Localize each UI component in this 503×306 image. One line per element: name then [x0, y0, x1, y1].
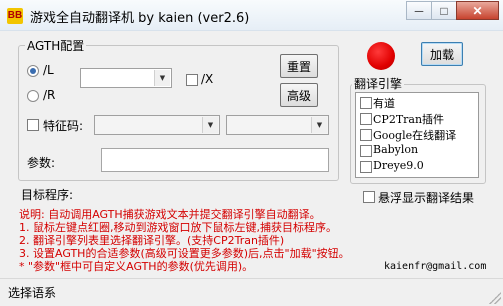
engine-group-label: 翻译引擎 [352, 75, 405, 92]
instruction-line: * "参数"框中可自定义AGTH的参数(优先调用)。 [19, 260, 254, 273]
radio-r-label: /R [43, 88, 56, 102]
check-x[interactable] [186, 74, 198, 86]
close-button[interactable]: ✕ [456, 1, 499, 20]
target-program-label: 目标程序: [21, 188, 74, 202]
feature-code-checkbox[interactable] [27, 119, 39, 131]
advanced-button[interactable]: 高级 [280, 83, 318, 107]
title-bar[interactable]: BB 游戏全自动翻译机 by kaien (ver2.6) ─ □ ✕ [0, 0, 503, 31]
feature-code-subselect[interactable]: ▼ [226, 115, 329, 135]
reset-button[interactable]: 重置 [280, 54, 318, 78]
maximize-button[interactable]: □ [431, 1, 457, 20]
engine-item-checkbox[interactable] [360, 161, 372, 173]
resize-grip-icon[interactable] [489, 292, 501, 304]
instruction-line: 说明: 自动调用AGTH捕获游戏文本并提交翻译引擎自动翻译。 [19, 208, 321, 221]
load-button[interactable]: 加载 [421, 42, 463, 66]
radio-l[interactable] [27, 65, 39, 77]
app-window: BB 游戏全自动翻译机 by kaien (ver2.6) ─ □ ✕ AGTH… [0, 0, 503, 306]
engine-item-label: Dreye9.0 [373, 159, 424, 172]
engine-item-checkbox[interactable] [360, 145, 372, 157]
status-text: 选择语系 [8, 286, 57, 300]
floating-display-checkbox[interactable] [363, 191, 375, 203]
window-title: 游戏全自动翻译机 by kaien (ver2.6) [30, 11, 250, 26]
feature-code-select[interactable]: ▼ [94, 115, 220, 135]
author-email: kaienfr@gmail.com [384, 261, 487, 272]
floating-display-label: 悬浮显示翻译结果 [378, 191, 475, 205]
capture-target-red-circle[interactable] [367, 42, 395, 70]
engine-item-checkbox[interactable] [360, 97, 372, 109]
params-label: 参数: [27, 156, 56, 170]
engine-item-checkbox[interactable] [360, 129, 372, 141]
engine-item-label: Google在线翻译 [373, 129, 457, 142]
chevron-down-icon: ▼ [311, 117, 327, 133]
engine-item-label: CP2Tran插件 [373, 113, 445, 126]
instruction-line: 2. 翻译引擎列表里选择翻译引擎。(支持CP2Tran插件) [19, 234, 285, 247]
engine-list[interactable]: 有道 CP2Tran插件 Google在线翻译 Babylon Dreye9.0 [355, 92, 479, 178]
agth-group-label: AGTH配置 [25, 37, 87, 54]
process-select[interactable]: ▼ [80, 68, 172, 88]
engine-item-label: 有道 [373, 97, 395, 110]
chevron-down-icon: ▼ [202, 117, 218, 133]
engine-item-label: Babylon [373, 143, 419, 156]
instruction-line: 3. 设置AGTH的合适参数(高级可设置更多参数)后,点击"加载"按钮。 [19, 247, 350, 260]
params-input[interactable] [101, 148, 329, 172]
feature-code-label: 特征码: [43, 119, 84, 133]
instruction-line: 1. 鼠标左键点红圈,移动到游戏窗口放下鼠标左键,捕获目标程序。 [19, 221, 337, 234]
check-x-label: /X [201, 72, 214, 86]
radio-r[interactable] [27, 90, 39, 102]
app-icon: BB [7, 8, 23, 24]
chevron-down-icon: ▼ [154, 70, 170, 86]
engine-item-checkbox[interactable] [360, 113, 372, 125]
minimize-button[interactable]: ─ [406, 1, 432, 20]
instructions-text: 说明: 自动调用AGTH捕获游戏文本并提交翻译引擎自动翻译。 1. 鼠标左键点红… [19, 208, 350, 273]
status-bar: 选择语系 [0, 278, 503, 306]
radio-l-label: /L [43, 63, 54, 77]
